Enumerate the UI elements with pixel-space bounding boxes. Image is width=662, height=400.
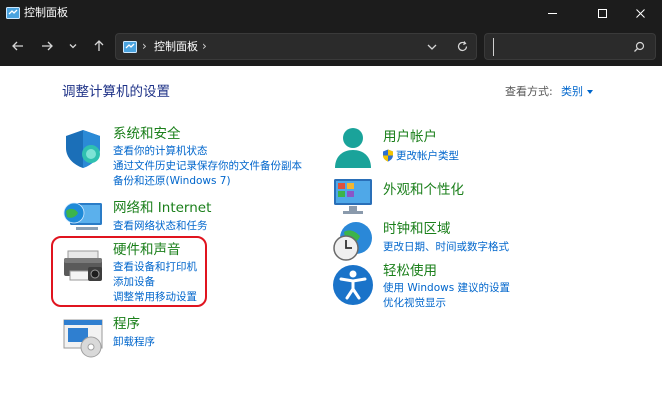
back-button[interactable]: [8, 36, 28, 56]
address-bar[interactable]: › 控制面板 ›: [115, 33, 477, 60]
search-box[interactable]: [484, 33, 656, 60]
maximize-icon: [597, 9, 607, 18]
link-backup-restore[interactable]: 备份和还原(Windows 7): [113, 174, 231, 188]
shield-icon[interactable]: [62, 128, 104, 170]
view-by-dropdown[interactable]: 类别: [561, 85, 583, 99]
link-network-status[interactable]: 查看网络状态和任务: [113, 219, 208, 233]
link-view-computer-status[interactable]: 查看你的计算机状态: [113, 144, 208, 158]
arrow-left-icon: [12, 41, 23, 51]
link-add-device[interactable]: 添加设备: [113, 275, 155, 289]
link-optimize-visual-display[interactable]: 优化视觉显示: [383, 296, 446, 310]
link-mobility-settings[interactable]: 调整常用移动设置: [113, 290, 197, 304]
breadcrumb-separator-icon[interactable]: ›: [202, 38, 207, 54]
link-file-history-backup[interactable]: 通过文件历史记录保存你的文件备份副本: [113, 159, 302, 173]
control-panel-icon: [123, 41, 137, 53]
close-button[interactable]: [618, 0, 662, 27]
refresh-icon[interactable]: [456, 40, 469, 53]
monitor-palette-icon[interactable]: [332, 177, 374, 217]
caret-down-icon[interactable]: [587, 90, 593, 94]
category-title-network-internet[interactable]: 网络和 Internet: [113, 199, 211, 217]
link-devices-printers[interactable]: 查看设备和打印机: [113, 260, 197, 274]
control-panel-icon: [6, 7, 20, 19]
category-title-hardware-sound[interactable]: 硬件和声音: [113, 241, 181, 259]
link-change-date-time-format[interactable]: 更改日期、时间或数字格式: [383, 240, 509, 254]
breadcrumb-control-panel[interactable]: 控制面板: [154, 39, 198, 55]
forward-button[interactable]: [37, 36, 57, 56]
arrow-right-icon: [42, 41, 53, 51]
recent-locations-button[interactable]: [63, 36, 83, 56]
category-title-programs[interactable]: 程序: [113, 315, 140, 333]
up-button[interactable]: [89, 36, 109, 56]
printer-icon[interactable]: [62, 249, 104, 283]
page-title: 调整计算机的设置: [62, 84, 170, 100]
programs-disc-icon[interactable]: [62, 318, 104, 358]
chevron-down-icon: [69, 44, 77, 49]
breadcrumb-separator-icon: ›: [142, 39, 147, 53]
navigation-bar: › 控制面板 ›: [0, 27, 662, 66]
link-uninstall-program[interactable]: 卸载程序: [113, 335, 155, 349]
chevron-down-icon[interactable]: [426, 41, 438, 53]
accessibility-icon[interactable]: [332, 264, 374, 306]
arrow-up-icon: [94, 40, 104, 51]
network-globe-icon[interactable]: [62, 197, 104, 235]
view-by-label: 查看方式:: [505, 85, 553, 98]
title-bar: 控制面板: [0, 0, 662, 27]
minimize-button[interactable]: [530, 0, 574, 27]
category-title-system-security[interactable]: 系统和安全: [113, 125, 181, 143]
category-title-appearance-personalization[interactable]: 外观和个性化: [383, 181, 464, 199]
category-title-clock-region[interactable]: 时钟和区域: [383, 220, 451, 238]
uac-shield-icon: [383, 149, 393, 162]
category-title-ease-of-access[interactable]: 轻松使用: [383, 262, 437, 280]
close-icon: [635, 9, 645, 18]
link-change-account-type[interactable]: 更改帐户类型: [396, 149, 459, 163]
user-icon[interactable]: [332, 126, 374, 170]
search-icon[interactable]: [633, 41, 645, 53]
search-input[interactable]: [493, 38, 633, 56]
link-windows-recommended-settings[interactable]: 使用 Windows 建议的设置: [383, 281, 510, 295]
minimize-icon: [547, 13, 557, 14]
window-title: 控制面板: [24, 6, 68, 19]
category-title-user-accounts[interactable]: 用户帐户: [383, 128, 437, 146]
clock-globe-icon[interactable]: [332, 220, 374, 262]
